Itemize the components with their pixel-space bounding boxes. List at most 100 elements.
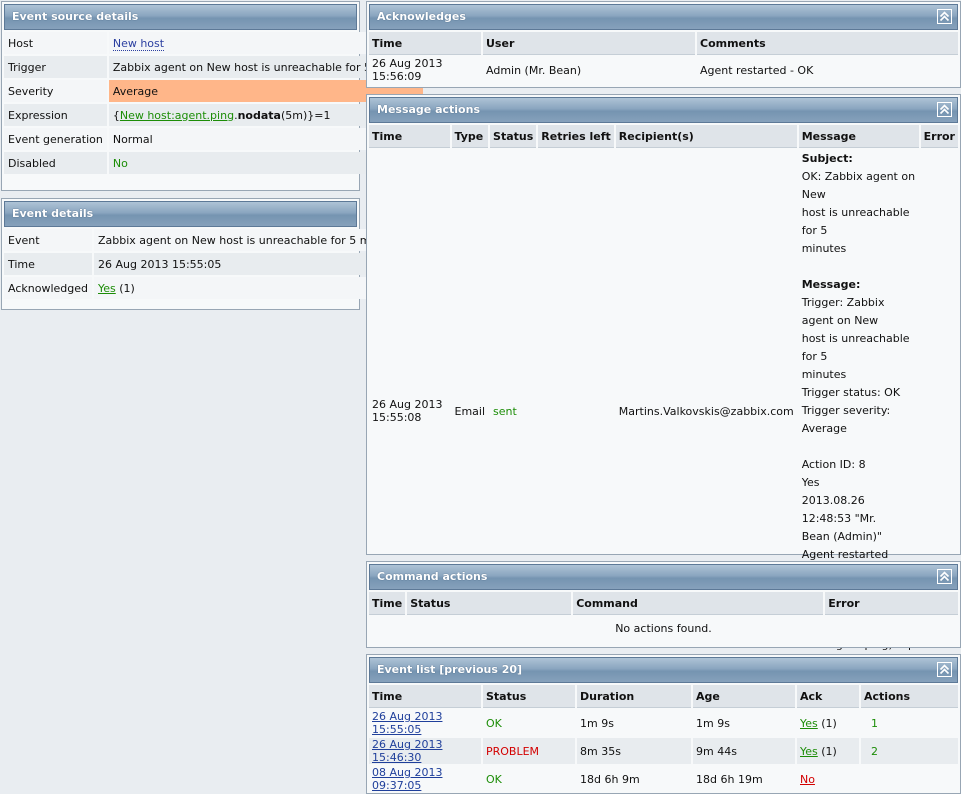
message-line: Message: [801,278,861,291]
expr-open: { [112,108,120,122]
ack-comments: Agent restarted - OK [700,63,814,77]
message-line [802,258,916,276]
collapse-icon[interactable] [937,662,952,677]
table-row: No actions found. [369,617,958,639]
event-duration: 8m 35s [577,738,691,764]
table-row: 26 Aug 2013 15:56:09 Admin (Mr. Bean) Ag… [369,57,958,83]
col-time: Time [369,685,481,708]
acknowledges-table: Time User Comments 26 Aug 2013 15:56:09 … [367,30,960,85]
expr-function: nodata [237,108,281,122]
event-list-title: Event list [previous 20] [377,663,523,676]
event-actions-count [861,766,958,792]
col-status: Status [483,685,575,708]
command-actions-widget: Command actions Time Status Command Erro… [366,561,961,648]
host-label: Host [4,32,107,54]
col-user: User [483,32,695,55]
message-line: Trigger status: OK [801,386,901,399]
event-time-label: Time [4,253,92,275]
severity-row: Severity Average [4,80,424,102]
event-time-link[interactable]: 26 Aug 2013 15:55:05 [372,710,442,736]
disabled-label: Disabled [4,152,107,174]
col-time: Time [369,592,406,615]
event-ack-link[interactable]: No [800,773,815,786]
message-actions-title: Message actions [377,103,480,116]
acknowledges-header: Acknowledges [369,4,958,30]
message-line: Bean (Admin)" [801,530,882,543]
host-link[interactable]: New host [112,36,165,51]
event-details-widget: Event details Event Zabbix agent on New … [1,198,409,310]
event-age: 9m 44s [693,738,795,764]
ack-user: Admin (Mr. Bean) [486,63,582,77]
event-ack-count: (1) [817,716,837,730]
message-line: minutes [801,242,847,255]
collapse-icon[interactable] [937,102,952,117]
event-details-title: Event details [12,207,94,220]
table-row: 26 Aug 2013 15:55:05 OK 1m 9s 1m 9s Yes … [369,710,958,736]
col-error: Error [920,125,958,148]
severity-label: Severity [4,80,107,102]
event-age: 1m 9s [696,716,730,730]
event-time-link[interactable]: 08 Aug 2013 09:37:05 [372,766,442,792]
event-generation-row: Event generation Normal [4,128,424,150]
command-actions-title: Command actions [377,570,488,583]
event-ack-link[interactable]: Yes [800,745,818,758]
event-ack-count: (1) [817,744,837,758]
message-actions-widget: Message actions Time Type Status Retries… [366,94,961,669]
command-actions-header: Command actions [369,564,958,590]
expression-label: Expression [4,104,107,126]
message-actions-header-row: Time Type Status Retries left Recipient(… [369,125,958,148]
event-list-header-row: Time Status Duration Age Ack Actions [369,685,958,708]
event-list-table: Time Status Duration Age Ack Actions 26 … [367,683,960,794]
message-line: OK: Zabbix agent on New [801,170,916,201]
acknowledged-label: Acknowledged [4,277,92,299]
message-line [802,438,916,456]
event-time-row: Time 26 Aug 2013 15:55:05 [4,253,409,275]
message-line: Subject: [801,152,853,165]
acknowledged-count: (1) [115,281,135,295]
expr-rest: (5m)}=1 [280,108,331,122]
event-label: Event [4,229,92,251]
ack-time: 26 Aug 2013 15:56:09 [372,57,443,83]
event-ack-cell: Yes (1) [797,710,859,736]
collapse-icon[interactable] [937,569,952,584]
col-type: Type [451,125,489,148]
event-generation-label: Event generation [4,128,107,150]
event-ack-cell: No [797,766,859,792]
collapse-icon[interactable] [937,9,952,24]
event-ack-link[interactable]: Yes [800,717,818,730]
expression-item-link[interactable]: New host:agent.ping [120,109,234,122]
col-comments: Comments [697,32,958,55]
col-status: Status [407,592,572,615]
col-error: Error [825,592,958,615]
command-actions-table: Time Status Command Error No actions fou… [367,590,960,641]
event-source-details-title: Event source details [12,10,139,23]
acknowledged-link[interactable]: Yes [98,282,116,295]
col-status: Status [490,125,537,148]
acknowledges-widget: Acknowledges Time User Comments 26 Aug 2… [366,1,961,88]
expression-row: Expression {New host:agent.ping.nodata(5… [4,104,424,126]
event-ack-cell: Yes (1) [797,738,859,764]
col-message: Message [798,125,919,148]
event-actions-count[interactable]: 2 [861,738,958,764]
message-line: Trigger: Zabbix agent on New [801,296,885,327]
acknowledged-row: Acknowledged Yes (1) [4,277,409,299]
event-details-header: Event details [4,201,357,227]
message-actions-header: Message actions [369,97,958,123]
event-source-details-header: Event source details [4,4,357,30]
event-time-cell: 26 Aug 2013 15:55:05 [369,710,481,736]
trigger-label: Trigger [4,56,107,78]
col-command: Command [573,592,824,615]
col-age: Age [693,685,795,708]
col-retries-left: Retries left [538,125,614,148]
event-time-cell: 26 Aug 2013 15:46:30 [369,738,481,764]
event-time-value: 26 Aug 2013 15:55:05 [94,253,409,275]
event-list-header: Event list [previous 20] [369,657,958,683]
col-duration: Duration [577,685,691,708]
col-time: Time [369,32,481,55]
event-time-link[interactable]: 26 Aug 2013 15:46:30 [372,738,442,764]
table-row: 08 Aug 2013 09:37:05 OK 18d 6h 9m 18d 6h… [369,766,958,792]
command-actions-header-row: Time Status Command Error [369,592,958,615]
message-line: host is unreachable for 5 [801,206,910,237]
event-value: Zabbix agent on New host is unreachable … [94,229,409,251]
event-actions-count[interactable]: 1 [861,710,958,736]
